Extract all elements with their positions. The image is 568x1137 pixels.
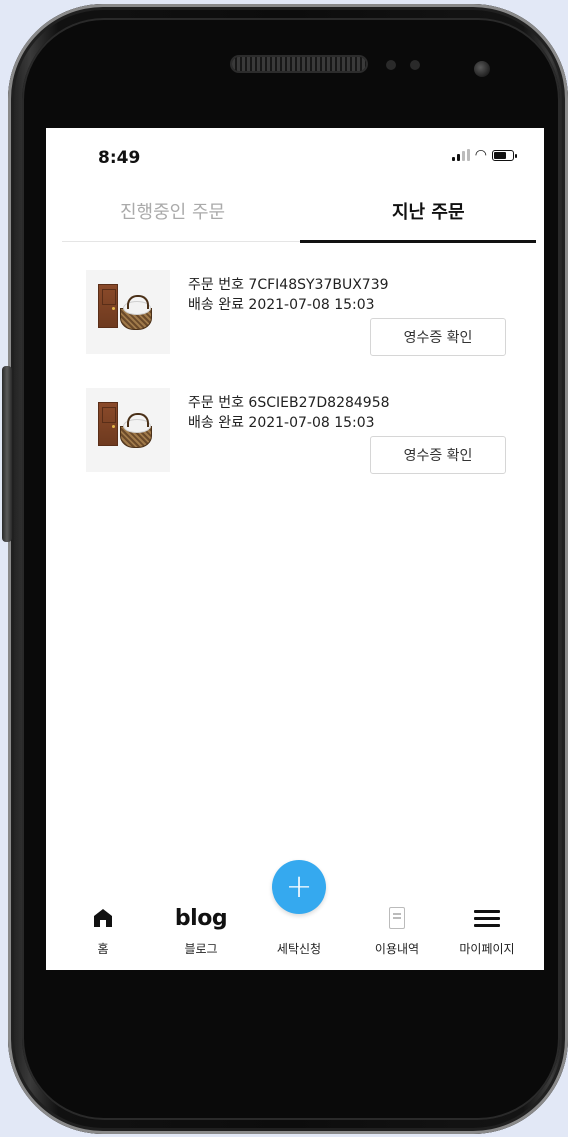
nav-usage-history-label: 이용내역 [374,942,420,956]
door-icon [98,402,118,446]
plus-icon: + [285,867,313,905]
order-tabs: 진행중인 주문 지난 주문 [62,188,536,243]
add-laundry-button[interactable]: + [272,860,326,914]
receipt-button[interactable]: 영수증 확인 [370,318,506,356]
nav-home-label: 홈 [97,942,109,956]
order-item: 주문 번호 6SCIEB27D8284958 배송 완료 2021-07-08 … [86,388,516,478]
active-tab-indicator [300,240,536,243]
blog-icon: blog [174,905,228,931]
door-icon [98,284,118,328]
status-icons: ◠ [451,147,517,163]
nav-blog-label: 블로그 [184,942,218,956]
order-thumbnail [86,270,170,354]
signal-icon [451,149,470,161]
nav-mypage-label: 마이페이지 [459,942,515,956]
status-bar: 8:49 ◠ [46,128,544,178]
phone-side-button [2,366,12,542]
tab-past-orders-label: 지난 주문 [392,202,465,223]
tab-past-orders[interactable]: 지난 주문 [300,188,536,242]
laundry-basket-icon [120,295,152,330]
nav-blog[interactable]: blog 블로그 [156,890,246,970]
order-status: 배송 완료 2021-07-08 15:03 [188,415,375,431]
order-number: 주문 번호 6SCIEB27D8284958 [188,395,390,411]
receipt-button[interactable]: 영수증 확인 [370,436,506,474]
tab-ongoing-orders[interactable]: 진행중인 주문 [120,198,225,224]
front-camera [474,61,490,77]
phone-speaker [232,57,366,71]
phone-sensor [410,60,420,70]
app-screen: 8:49 ◠ 진행중인 주문 지난 주문 주문 번호 7CFI48SY37BUX… [46,128,544,970]
nav-home[interactable]: 홈 [58,890,148,970]
nav-mypage[interactable]: 마이페이지 [442,890,532,970]
document-icon [352,904,442,932]
order-status: 배송 완료 2021-07-08 15:03 [188,297,375,313]
wifi-icon: ◠ [474,147,487,163]
battery-icon [492,150,517,161]
nav-usage-history[interactable]: 이용내역 [352,890,442,970]
phone-sensor [386,60,396,70]
order-thumbnail [86,388,170,472]
menu-icon [442,904,532,932]
order-item: 주문 번호 7CFI48SY37BUX739 배송 완료 2021-07-08 … [86,270,516,360]
order-number: 주문 번호 7CFI48SY37BUX739 [188,277,389,293]
laundry-basket-icon [120,413,152,448]
status-time: 8:49 [98,148,141,168]
home-icon [58,904,148,932]
nav-laundry-request-label: 세탁신청 [276,942,322,956]
